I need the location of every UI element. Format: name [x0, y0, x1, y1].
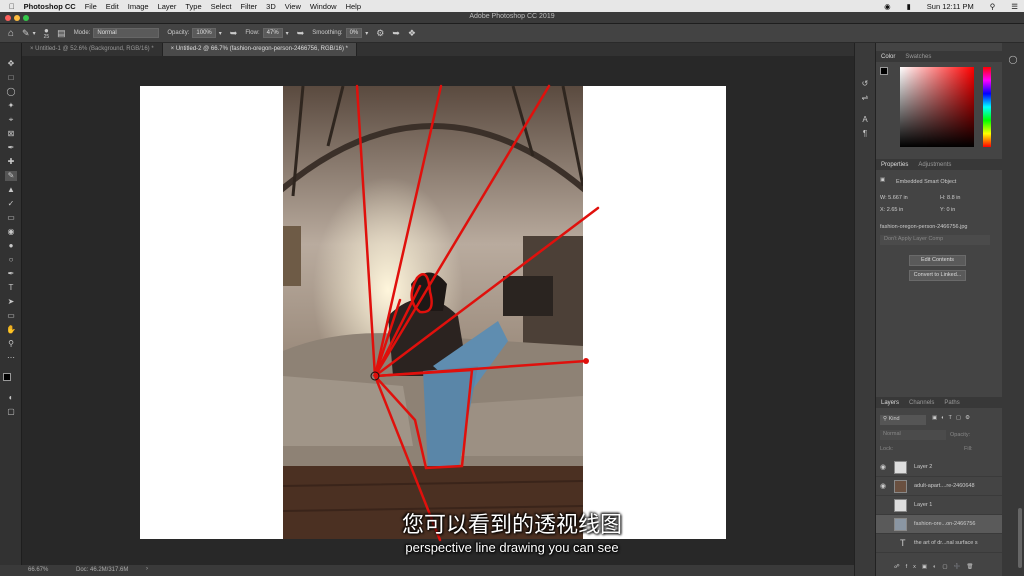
- tab-properties[interactable]: Properties: [876, 162, 913, 168]
- layer-comp-select[interactable]: Don't Apply Layer Comp: [880, 235, 990, 245]
- tab-color[interactable]: Color: [876, 54, 900, 60]
- linked-filename: fashion-oregon-person-2466756.jpg: [880, 224, 968, 230]
- status-menu-icon[interactable]: ›: [146, 566, 148, 572]
- zoom-level[interactable]: 66.67%: [28, 567, 48, 573]
- width-field[interactable]: 5.667 in: [888, 195, 908, 201]
- character-icon[interactable]: A: [859, 115, 871, 125]
- status-bar: 66.67% Doc: 46.2M/317.6M ›: [0, 565, 854, 576]
- blend-mode-select[interactable]: Normal: [880, 430, 946, 440]
- layers-footer-icons[interactable]: ☍fx▣◐▢➕🗑: [894, 564, 979, 570]
- h-label: H:: [940, 195, 946, 201]
- edit-contents-button[interactable]: Edit Contents: [909, 255, 966, 266]
- y-label: Y:: [940, 207, 945, 213]
- layer-row[interactable]: ◉ Layer 2: [876, 458, 1002, 477]
- paragraph-icon[interactable]: ¶: [859, 129, 871, 139]
- y-field[interactable]: 0 in: [946, 207, 955, 213]
- layer-name: adult-apart....re-2460648: [914, 483, 975, 489]
- tab-swatches[interactable]: Swatches: [900, 54, 936, 60]
- x-field[interactable]: 2.65 in: [887, 207, 904, 213]
- layer-filter-icons[interactable]: ▣◐T▢⚙: [932, 415, 974, 421]
- panel-icons-column: ↺ ⇌ A ¶: [854, 43, 875, 576]
- panels-dock: Color Swatches Properties Adjustments ▣ …: [876, 43, 1002, 576]
- hue-slider[interactable]: [983, 67, 991, 147]
- layer-opacity-label: Opacity:: [950, 432, 971, 438]
- color-panel-header: Color Swatches: [876, 51, 1002, 62]
- color-picker-field[interactable]: [900, 67, 974, 147]
- adjustments-icon[interactable]: ⇌: [859, 93, 871, 103]
- document-size: Doc: 46.2M/317.6M: [76, 567, 129, 573]
- layers-panel-header: Layers Channels Paths: [876, 397, 1002, 408]
- subtitle-english: perspective line drawing you can see: [405, 540, 619, 555]
- tab-paths[interactable]: Paths: [939, 400, 964, 406]
- subtitle-chinese: 您可以看到的透视线图: [401, 513, 622, 538]
- eye-icon[interactable]: ◉: [880, 482, 886, 490]
- filter-kind-label: Kind: [888, 416, 900, 422]
- layer-row[interactable]: ◉ adult-apart....re-2460648: [876, 477, 1002, 496]
- layer-filter-select[interactable]: ⚲ Kind: [880, 415, 926, 425]
- properties-panel-header: Properties Adjustments: [876, 159, 1002, 170]
- tab-channels[interactable]: Channels: [904, 400, 939, 406]
- convert-to-linked-button[interactable]: Convert to Linked...: [909, 270, 966, 281]
- history-icon[interactable]: ↺: [859, 79, 871, 89]
- lightbulb-icon[interactable]: ◯: [1007, 55, 1019, 65]
- tab-adjustments[interactable]: Adjustments: [913, 162, 956, 168]
- layer-thumbnail: [894, 461, 907, 474]
- x-label: X:: [880, 207, 886, 213]
- lock-label: Lock:: [880, 446, 894, 452]
- smart-object-icon: ▣: [880, 177, 886, 183]
- panel-scroll-column: ◯: [1002, 43, 1024, 576]
- tab-layers[interactable]: Layers: [876, 400, 904, 406]
- layer-thumbnail: [894, 480, 907, 493]
- eye-icon[interactable]: ◉: [880, 463, 886, 471]
- color-fg-swatch[interactable]: [880, 67, 888, 75]
- height-field[interactable]: 8.8 in: [947, 195, 960, 201]
- w-label: W:: [880, 195, 887, 201]
- smart-object-type: Embedded Smart Object: [896, 179, 957, 185]
- fill-label: Fill:: [964, 446, 973, 452]
- layer-name: Layer 2: [914, 464, 933, 470]
